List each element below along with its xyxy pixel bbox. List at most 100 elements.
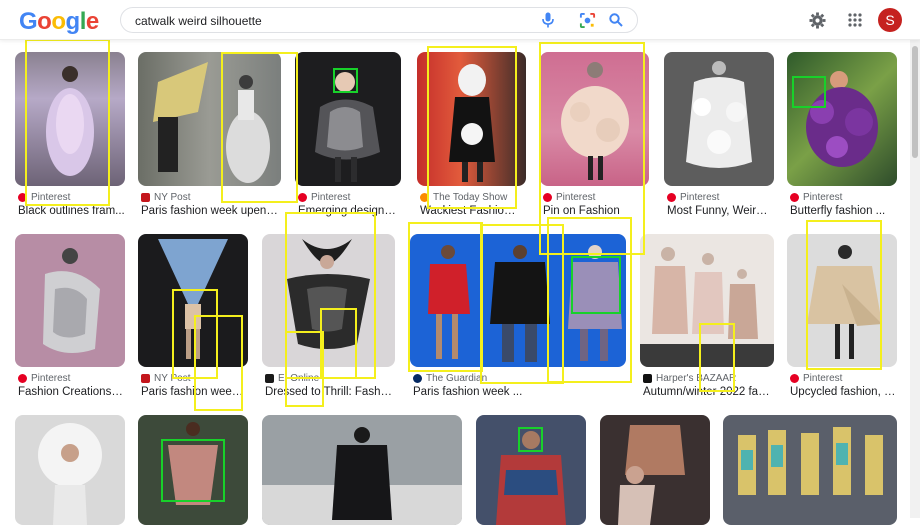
result-title[interactable]: Black outlines fram... <box>18 205 126 217</box>
image-result[interactable]: The Today Show Wackiest Fashion ... <box>417 52 526 222</box>
pinterest-icon <box>790 374 799 383</box>
top-bar: Google S <box>0 0 920 40</box>
result-source: Pinterest <box>667 192 719 203</box>
source-label: E! Online <box>278 373 320 384</box>
result-thumbnail[interactable] <box>138 415 248 525</box>
result-source: NY Post <box>141 192 191 203</box>
result-thumbnail[interactable] <box>723 415 897 525</box>
image-result[interactable]: Pinterest Fashion Creations b... <box>15 234 125 404</box>
result-source: Pinterest <box>790 373 842 384</box>
result-thumbnail[interactable] <box>787 234 897 367</box>
scrollbar-thumb[interactable] <box>912 46 918 158</box>
result-thumbnail[interactable] <box>417 52 526 186</box>
result-source: Pinterest <box>298 192 350 203</box>
result-source: Harper's BAZAAR <box>643 373 736 384</box>
microphone-icon[interactable] <box>541 12 555 28</box>
image-result[interactable]: E! Online Dressed to Thrill: Fashio... <box>262 234 395 404</box>
search-input[interactable] <box>135 12 515 29</box>
the-guardian-icon <box>413 374 422 383</box>
settings-gear-icon[interactable] <box>808 11 826 29</box>
image-result[interactable]: Pinterest Upcycled fashion, F... <box>787 234 897 404</box>
result-thumbnail[interactable] <box>138 234 248 367</box>
image-result[interactable] <box>476 415 586 525</box>
result-title[interactable]: Most Funny, Weird ... <box>667 205 772 217</box>
pinterest-icon <box>298 193 307 202</box>
e-online-icon <box>265 374 274 383</box>
camera-lens-icon[interactable] <box>578 11 596 29</box>
source-label: NY Post <box>154 373 191 384</box>
image-result[interactable] <box>600 415 710 525</box>
result-title[interactable]: Butterfly fashion ... <box>790 205 895 217</box>
result-title[interactable]: Fashion Creations b... <box>18 386 124 398</box>
result-title[interactable]: Paris fashion week ... <box>141 386 247 398</box>
image-result[interactable]: Harper's BAZAAR Autumn/winter 2022 fas..… <box>640 234 774 404</box>
image-result[interactable]: Pinterest Butterfly fashion ... <box>787 52 897 222</box>
source-label: Pinterest <box>31 192 71 203</box>
source-label: Harper's BAZAAR <box>656 373 737 384</box>
pinterest-icon <box>667 193 676 202</box>
image-result[interactable] <box>138 415 248 525</box>
result-source: Pinterest <box>18 373 70 384</box>
result-thumbnail[interactable] <box>664 52 774 186</box>
result-source: NY Post <box>141 373 191 384</box>
source-label: The Today Show <box>433 192 508 203</box>
account-avatar[interactable]: S <box>878 8 902 32</box>
nypost-icon <box>141 193 150 202</box>
source-label: Pinterest <box>31 373 71 384</box>
apps-grid-icon[interactable] <box>846 11 864 29</box>
image-result[interactable] <box>15 415 125 525</box>
result-source: Pinterest <box>543 192 595 203</box>
nypost-icon <box>141 374 150 383</box>
today-show-icon <box>420 193 429 202</box>
result-thumbnail[interactable] <box>138 52 281 186</box>
result-title[interactable]: Autumn/winter 2022 fas... <box>643 386 773 398</box>
result-title[interactable]: Dressed to Thrill: Fashio... <box>265 386 393 398</box>
image-result[interactable] <box>723 415 897 525</box>
result-source: E! Online <box>265 373 319 384</box>
harpers-bazaar-icon <box>643 374 652 383</box>
result-title[interactable]: Pin on Fashion <box>543 205 648 217</box>
result-thumbnail[interactable] <box>15 234 125 367</box>
image-result[interactable]: Pinterest Pin on Fashion <box>540 52 649 222</box>
source-label: Pinterest <box>803 192 843 203</box>
source-label: Pinterest <box>556 192 596 203</box>
search-icon[interactable] <box>608 12 624 28</box>
image-result[interactable] <box>262 415 462 525</box>
result-title[interactable]: Paris fashion week upend... <box>141 205 281 217</box>
source-label: Pinterest <box>680 192 720 203</box>
result-source: The Today Show <box>420 192 507 203</box>
result-source: Pinterest <box>790 192 842 203</box>
result-thumbnail[interactable] <box>410 234 626 367</box>
image-result[interactable]: Pinterest Most Funny, Weird ... <box>664 52 774 222</box>
result-thumbnail[interactable] <box>600 415 710 525</box>
pinterest-icon <box>790 193 799 202</box>
result-thumbnail[interactable] <box>640 234 774 367</box>
result-title[interactable]: Upcycled fashion, F... <box>790 386 896 398</box>
result-source: Pinterest <box>18 192 70 203</box>
search-box[interactable] <box>120 7 638 33</box>
result-thumbnail[interactable] <box>262 234 395 367</box>
result-title[interactable]: Emerging designers... <box>298 205 402 217</box>
result-thumbnail[interactable] <box>15 415 125 525</box>
result-thumbnail[interactable] <box>787 52 897 186</box>
image-result[interactable]: NY Post Paris fashion week upend... <box>138 52 281 222</box>
source-label: The Guardian <box>426 373 488 384</box>
image-result[interactable]: NY Post Paris fashion week ... <box>138 234 248 404</box>
google-logo[interactable]: Google <box>19 8 99 36</box>
result-thumbnail[interactable] <box>15 52 125 186</box>
image-result[interactable]: Pinterest Black outlines fram... <box>15 52 125 222</box>
source-label: Pinterest <box>803 373 843 384</box>
pinterest-icon <box>543 193 552 202</box>
result-thumbnail[interactable] <box>476 415 586 525</box>
result-source: The Guardian <box>413 373 487 384</box>
image-result[interactable]: The Guardian Paris fashion week ... <box>410 234 626 404</box>
source-label: Pinterest <box>311 192 351 203</box>
result-thumbnail[interactable] <box>295 52 401 186</box>
pinterest-icon <box>18 374 27 383</box>
result-title[interactable]: Paris fashion week ... <box>413 386 613 398</box>
result-thumbnail[interactable] <box>540 52 649 186</box>
result-thumbnail[interactable] <box>262 415 462 525</box>
image-result[interactable]: Pinterest Emerging designers... <box>295 52 402 222</box>
pinterest-icon <box>18 193 27 202</box>
result-title[interactable]: Wackiest Fashion ... <box>420 205 520 217</box>
